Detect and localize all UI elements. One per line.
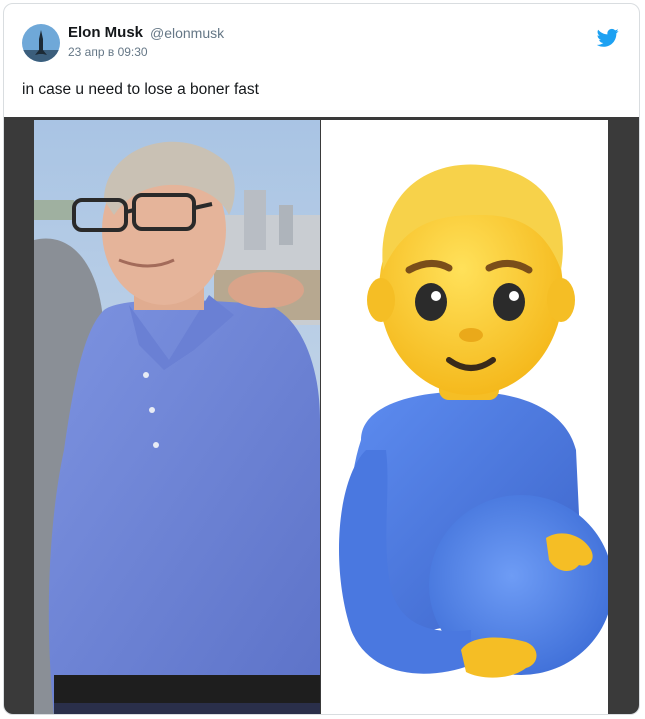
tweet-timestamp[interactable]: 23 апр в 09:30 — [68, 45, 148, 59]
tweet-media[interactable] — [4, 117, 639, 714]
rocket-avatar-image — [22, 24, 60, 62]
tweet-header: Elon Musk @elonmusk 23 апр в 09:30 in ca… — [4, 4, 639, 114]
media-photo-left — [34, 120, 320, 714]
tweet-card: Elon Musk @elonmusk 23 апр в 09:30 in ca… — [3, 3, 640, 715]
author-name[interactable]: Elon Musk — [68, 24, 143, 41]
twitter-bird-icon[interactable] — [597, 28, 619, 48]
media-emoji-right — [321, 120, 608, 714]
tweet-text: in case u need to lose a boner fast — [22, 81, 259, 98]
author-handle[interactable]: @elonmusk — [150, 25, 224, 41]
author-avatar[interactable] — [22, 24, 60, 62]
